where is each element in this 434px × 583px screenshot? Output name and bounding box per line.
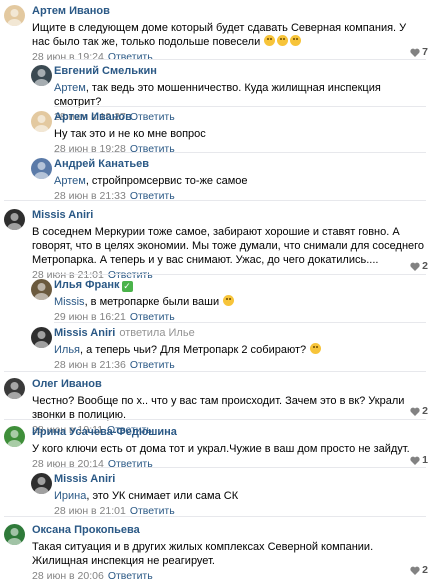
like-count: 2 — [422, 260, 428, 272]
smirk-emoji-icon — [310, 343, 322, 354]
laughing-emoji-icon — [264, 35, 276, 46]
comment-date[interactable]: 28 июн в 19:28 — [54, 143, 126, 155]
comment-author[interactable]: Ирина Усачева-Федюшина — [32, 426, 426, 439]
addressee-link[interactable]: Missis — [54, 296, 85, 308]
avatar[interactable] — [31, 65, 52, 86]
comment-author[interactable]: Артем Иванов — [32, 5, 426, 18]
comment-text: Такая ситуация и в других жилых комплекс… — [32, 541, 374, 567]
comment-date[interactable]: 28 июн в 19:24 — [32, 51, 104, 63]
check-icon: ✓ — [121, 281, 133, 292]
addressee-link[interactable]: Артем — [54, 175, 86, 187]
comment-text: Missis, в метропарке были ваши — [54, 295, 426, 309]
divider — [54, 106, 426, 107]
comment-text: Артем, стройпромсервис то-же самое — [54, 175, 248, 187]
comment-text: Честно? Вообще по х.. что у вас там прои… — [32, 395, 405, 421]
reply-button[interactable]: Ответить — [130, 359, 175, 371]
divider — [54, 59, 426, 60]
comment-author[interactable]: Андрей Канатьев — [54, 158, 426, 171]
avatar[interactable] — [31, 158, 52, 179]
addressee-link[interactable]: Ирина — [54, 490, 86, 502]
divider — [4, 371, 426, 372]
reply-button[interactable]: Ответить — [108, 458, 153, 470]
comment-author[interactable]: Оксана Прокопьева — [32, 524, 426, 537]
reply-button[interactable]: Ответить — [108, 51, 153, 63]
reply-button[interactable]: Ответить — [108, 570, 153, 582]
heart-icon — [410, 262, 420, 271]
divider — [54, 322, 426, 323]
like-count: 1 — [422, 454, 428, 466]
comment-author[interactable]: Missis Aniri — [54, 327, 115, 339]
avatar[interactable] — [4, 209, 25, 230]
avatar[interactable] — [31, 279, 52, 300]
comment-date[interactable]: 28 июн в 20:06 — [32, 570, 104, 582]
comment-text: Илья, а теперь чьи? Для Метропарк 2 соби… — [54, 343, 426, 357]
addressee-link[interactable]: Артем — [54, 82, 86, 94]
comments-feed: Артем Иванов Ищите в следующем доме кото… — [0, 0, 434, 582]
comment-author[interactable]: Олег Иванов — [32, 378, 426, 391]
comment-text: В соседнем Меркурии тоже самое, забирают… — [32, 226, 425, 266]
like-count: 2 — [422, 405, 428, 417]
comment-author[interactable]: Артем Иванов — [54, 111, 426, 124]
avatar[interactable] — [31, 473, 52, 494]
comment-text: Артем, так ведь это мошенничество. Куда … — [54, 82, 381, 108]
comment-text: Ну так это и не ко мне вопрос — [54, 128, 206, 140]
divider — [4, 419, 426, 420]
avatar[interactable] — [31, 111, 52, 132]
avatar[interactable] — [4, 5, 25, 26]
divider — [54, 467, 426, 468]
comment-text: Ищите в следующем доме который будет сда… — [32, 22, 407, 48]
comment-date[interactable]: 28 июн в 21:36 — [54, 359, 126, 371]
divider — [54, 152, 426, 153]
addressee-link[interactable]: Илья — [54, 344, 80, 356]
like-button[interactable]: 1 — [410, 454, 428, 466]
like-button[interactable]: 2 — [410, 260, 428, 272]
comment-meta: 28 июн в 20:06 Ответить — [32, 570, 426, 583]
comment-text: У кого ключи есть от дома тот и украл.Чу… — [32, 443, 410, 455]
comment-author[interactable]: Missis Aniri — [32, 209, 426, 222]
avatar[interactable] — [4, 426, 25, 447]
comment-author[interactable]: Евгений Смелькин — [54, 65, 426, 78]
comment-meta: 28 июн в 21:33 Ответить — [54, 190, 426, 203]
comment-date[interactable]: 28 июн в 20:14 — [32, 458, 104, 470]
avatar[interactable] — [4, 378, 25, 399]
avatar[interactable] — [31, 327, 52, 348]
like-button[interactable]: 2 — [410, 564, 428, 576]
comment-meta: 28 июн в 20:14 Ответить — [32, 458, 426, 471]
heart-icon — [410, 407, 420, 416]
divider — [4, 200, 426, 201]
like-count: 7 — [422, 46, 428, 58]
comment-author[interactable]: Missis Aniri — [54, 473, 426, 486]
comment-author[interactable]: Илья Франк — [54, 279, 120, 291]
divider — [54, 274, 426, 275]
reply-to-label: ответила — [119, 327, 166, 339]
comment-meta: 28 июн в 19:24 Ответить — [32, 51, 426, 64]
avatar[interactable] — [4, 524, 25, 545]
comment-meta: 28 июн в 19:28 Ответить — [54, 143, 426, 156]
reply-to-link[interactable]: Илье — [169, 327, 195, 339]
heart-icon — [410, 48, 420, 57]
heart-icon — [410, 456, 420, 465]
laughing-emoji-icon — [290, 35, 302, 46]
divider — [4, 516, 426, 517]
like-button[interactable]: 2 — [410, 405, 428, 417]
reply-button[interactable]: Ответить — [130, 143, 175, 155]
laughing-emoji-icon — [277, 35, 289, 46]
laughing-emoji-icon — [223, 295, 235, 306]
like-button[interactable]: 7 — [410, 46, 428, 58]
heart-icon — [410, 566, 420, 575]
like-count: 2 — [422, 564, 428, 576]
comment-text: Ирина, это УК снимает или сама СК — [54, 490, 239, 502]
